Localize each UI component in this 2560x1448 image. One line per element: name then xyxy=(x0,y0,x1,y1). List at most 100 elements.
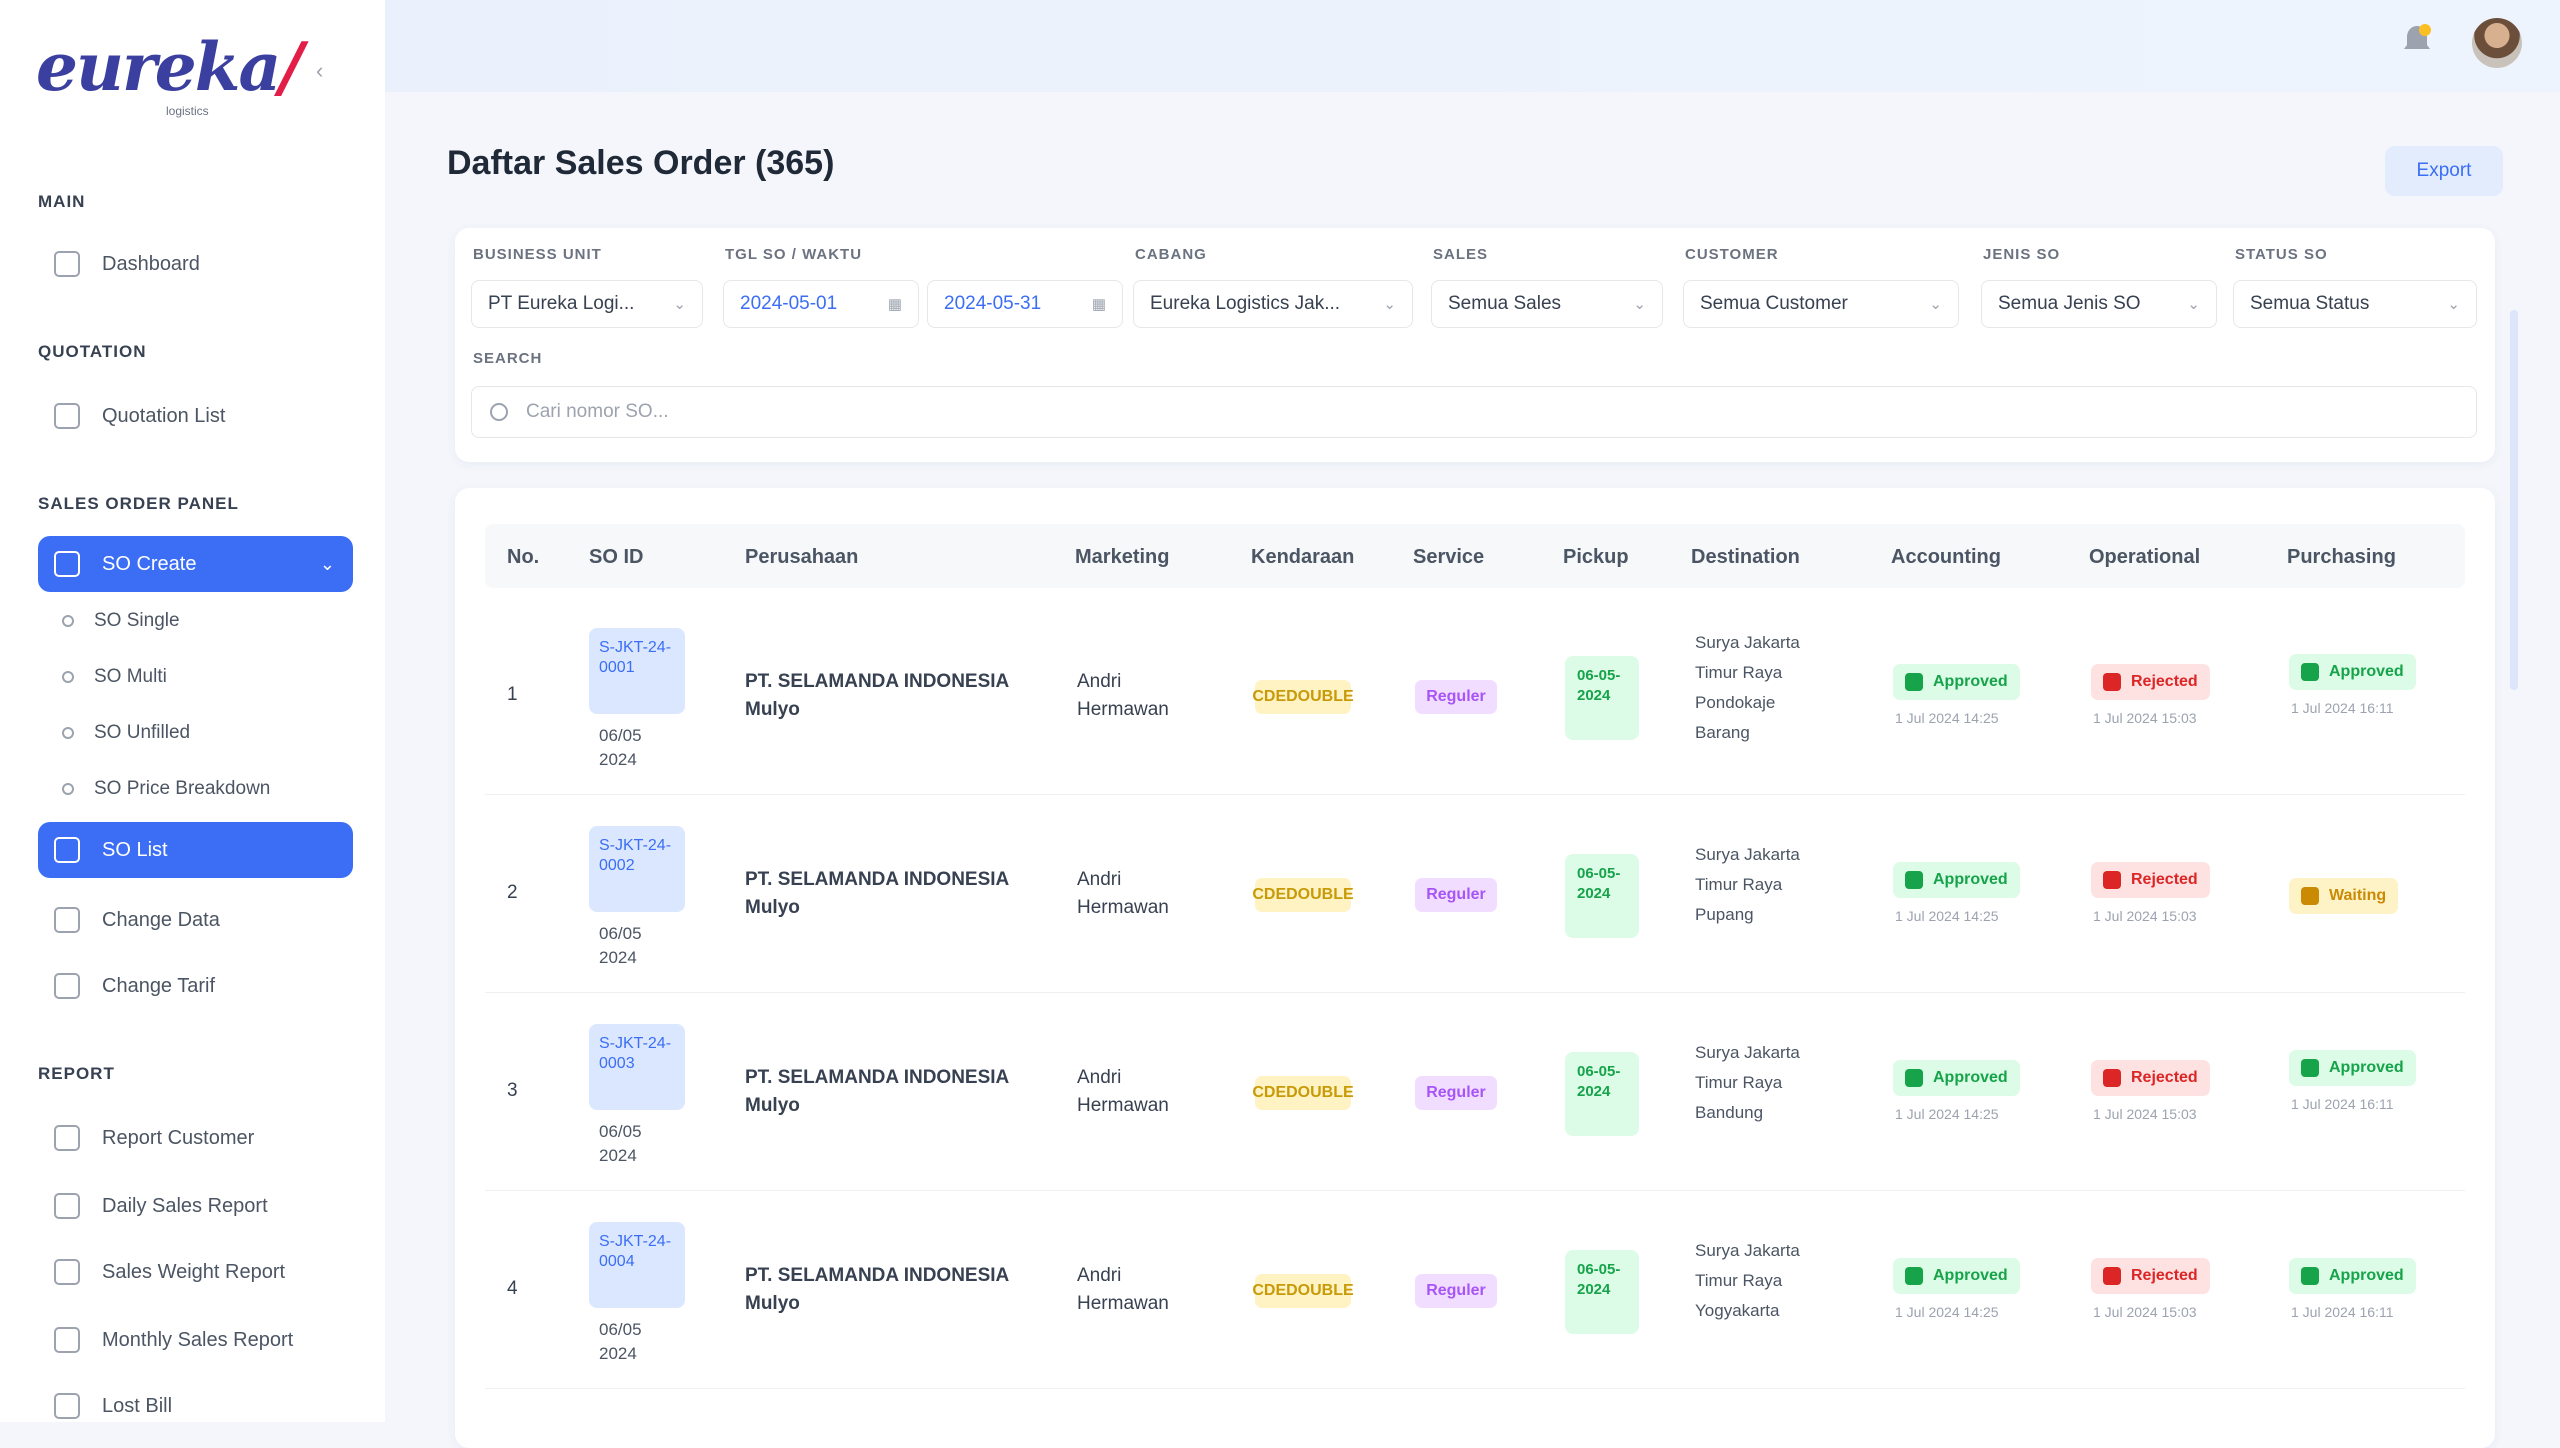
accounting-status-badge[interactable]: Approved xyxy=(1893,1060,2020,1096)
section-title-main: MAIN xyxy=(38,192,86,211)
pickup-badge: 06-05-2024 xyxy=(1565,854,1639,938)
column-header-destination[interactable]: Destination xyxy=(1691,546,1800,569)
so-id-link[interactable]: S-JKT-24-0003 xyxy=(589,1024,685,1110)
brand-logo[interactable]: eureka/ logistics xyxy=(36,28,303,118)
sidebar-subitem-so-single[interactable]: SO Single xyxy=(62,610,180,632)
status-select[interactable]: Semua Status ⌄ xyxy=(2233,280,2477,328)
status-label: Rejected xyxy=(2131,1267,2198,1284)
filter-label-business-unit: BUSINESS UNIT xyxy=(473,246,602,263)
destination-line: Bandung xyxy=(1695,1103,1764,1122)
column-header-operational[interactable]: Operational xyxy=(2089,546,2200,569)
accounting-status-badge[interactable]: Approved xyxy=(1893,664,2020,700)
sidebar-item-lost-bill[interactable]: Lost Bill xyxy=(38,1378,353,1434)
list-icon xyxy=(54,837,80,863)
column-header-company[interactable]: Perusahaan xyxy=(745,546,858,569)
so-id-link[interactable]: S-JKT-24-0002 xyxy=(589,826,685,912)
select-value: Eureka Logistics Jak... xyxy=(1150,293,1341,314)
column-header-marketing[interactable]: Marketing xyxy=(1075,546,1169,569)
destination-line: Pupang xyxy=(1695,905,1754,924)
top-header xyxy=(385,0,2560,92)
sidebar-subitem-so-price-breakdown[interactable]: SO Price Breakdown xyxy=(62,778,270,800)
sidebar-item-so-list[interactable]: SO List xyxy=(38,822,353,878)
jenis-so-select[interactable]: Semua Jenis SO ⌄ xyxy=(1981,280,2217,328)
notification-bell-icon[interactable] xyxy=(2395,18,2439,62)
sidebar-item-change-tarif[interactable]: Change Tarif xyxy=(38,958,353,1014)
check-icon xyxy=(1905,1267,1923,1285)
status-label: Approved xyxy=(2329,663,2404,680)
search-input[interactable]: Cari nomor SO... xyxy=(471,386,2477,438)
cabang-select[interactable]: Eureka Logistics Jak... ⌄ xyxy=(1133,280,1413,328)
filter-label-search: SEARCH xyxy=(473,350,543,367)
sidebar-subitem-so-unfilled[interactable]: SO Unfilled xyxy=(62,722,190,744)
column-header-no[interactable]: No. xyxy=(507,546,539,569)
so-date: 06/05 2024 xyxy=(599,1320,642,1363)
sidebar-item-monthly-sales-report[interactable]: Monthly Sales Report xyxy=(38,1312,353,1368)
row-number: 4 xyxy=(507,1278,518,1299)
operational-status-badge[interactable]: Rejected xyxy=(2091,1258,2210,1294)
purchasing-status-badge[interactable]: Waiting xyxy=(2289,878,2399,914)
service-badge: Reguler xyxy=(1415,1274,1497,1308)
user-avatar[interactable] xyxy=(2472,18,2522,68)
destination-list: Surya Jakarta Timur Raya Bandung xyxy=(1695,1038,1835,1128)
status-label: Rejected xyxy=(2131,871,2198,888)
sidebar-item-quotation-list[interactable]: Quotation List xyxy=(38,388,353,444)
operational-status-badge[interactable]: Rejected xyxy=(2091,862,2210,898)
column-header-so-id[interactable]: SO ID xyxy=(589,546,643,569)
vehicle-badge: CDEDOUBLE xyxy=(1252,680,1354,714)
sales-select[interactable]: Semua Sales ⌄ xyxy=(1431,280,1663,328)
sidebar-item-change-data[interactable]: Change Data xyxy=(38,892,353,948)
section-title-report: REPORT xyxy=(38,1064,115,1083)
bullet-icon xyxy=(62,671,74,683)
date-to-input[interactable]: 2024-05-31 ▦ xyxy=(927,280,1123,328)
accounting-status-badge[interactable]: Approved xyxy=(1893,1258,2020,1294)
sidebar-subitem-so-multi[interactable]: SO Multi xyxy=(62,666,167,688)
column-header-accounting[interactable]: Accounting xyxy=(1891,546,2001,569)
marketing-name: Andri Hermawan xyxy=(1077,1067,1169,1116)
column-header-pickup[interactable]: Pickup xyxy=(1563,546,1629,569)
business-unit-select[interactable]: PT Eureka Logi... ⌄ xyxy=(471,280,703,328)
logo-slash: / xyxy=(279,28,303,106)
sidebar-item-so-create[interactable]: SO Create ⌄ xyxy=(38,536,353,592)
check-icon xyxy=(1905,1069,1923,1087)
sidebar-item-sales-weight-report[interactable]: Sales Weight Report xyxy=(38,1244,353,1300)
marketing-name: Andri Hermawan xyxy=(1077,671,1169,720)
operational-status-badge[interactable]: Rejected xyxy=(2091,664,2210,700)
operational-status-note: 1 Jul 2024 15:03 xyxy=(2093,710,2197,726)
customer-select[interactable]: Semua Customer ⌄ xyxy=(1683,280,1959,328)
collapse-sidebar-icon[interactable]: ‹ xyxy=(316,58,323,84)
purchasing-status-badge[interactable]: Approved xyxy=(2289,654,2416,690)
sidebar-item-label: Report Customer xyxy=(102,1126,255,1149)
chart-icon xyxy=(54,1193,80,1219)
status-label: Approved xyxy=(2329,1059,2404,1076)
operational-status-note: 1 Jul 2024 15:03 xyxy=(2093,1304,2197,1320)
column-header-purchasing[interactable]: Purchasing xyxy=(2287,546,2396,569)
vehicle-badge: CDEDOUBLE xyxy=(1252,878,1354,912)
status-label: Approved xyxy=(1933,1069,2008,1086)
tariff-icon xyxy=(54,973,80,999)
chart-icon xyxy=(54,1327,80,1353)
date-from-input[interactable]: 2024-05-01 ▦ xyxy=(723,280,919,328)
filter-label-status: STATUS SO xyxy=(2235,246,2328,263)
sidebar-item-dashboard[interactable]: Dashboard xyxy=(38,236,353,292)
logo-text: eureka xyxy=(36,28,281,106)
purchasing-status-badge[interactable]: Approved xyxy=(2289,1258,2416,1294)
purchasing-status-badge[interactable]: Approved xyxy=(2289,1050,2416,1086)
destination-line: Timur Raya xyxy=(1695,663,1783,682)
vertical-scrollbar[interactable] xyxy=(2510,310,2518,690)
sales-order-table: No. SO ID Perusahaan Marketing Kendaraan… xyxy=(455,488,2495,1448)
marketing-name: Andri Hermawan xyxy=(1077,1265,1169,1314)
sidebar-item-report-customer[interactable]: Report Customer xyxy=(38,1110,353,1166)
filter-panel: BUSINESS UNIT PT Eureka Logi... ⌄ TGL SO … xyxy=(455,228,2495,462)
operational-status-badge[interactable]: Rejected xyxy=(2091,1060,2210,1096)
export-button[interactable]: Export xyxy=(2385,146,2503,196)
sidebar-item-daily-sales-report[interactable]: Daily Sales Report xyxy=(38,1178,353,1234)
accounting-status-badge[interactable]: Approved xyxy=(1893,862,2020,898)
so-id-link[interactable]: S-JKT-24-0001 xyxy=(589,628,685,714)
column-header-vehicle[interactable]: Kendaraan xyxy=(1251,546,1354,569)
dashboard-icon xyxy=(54,251,80,277)
so-id-link[interactable]: S-JKT-24-0004 xyxy=(589,1222,685,1308)
column-header-service[interactable]: Service xyxy=(1413,546,1484,569)
destination-line: Timur Raya xyxy=(1695,1271,1783,1290)
vehicle-badge: CDEDOUBLE xyxy=(1252,1076,1354,1110)
sidebar-item-label: Change Data xyxy=(102,908,220,931)
